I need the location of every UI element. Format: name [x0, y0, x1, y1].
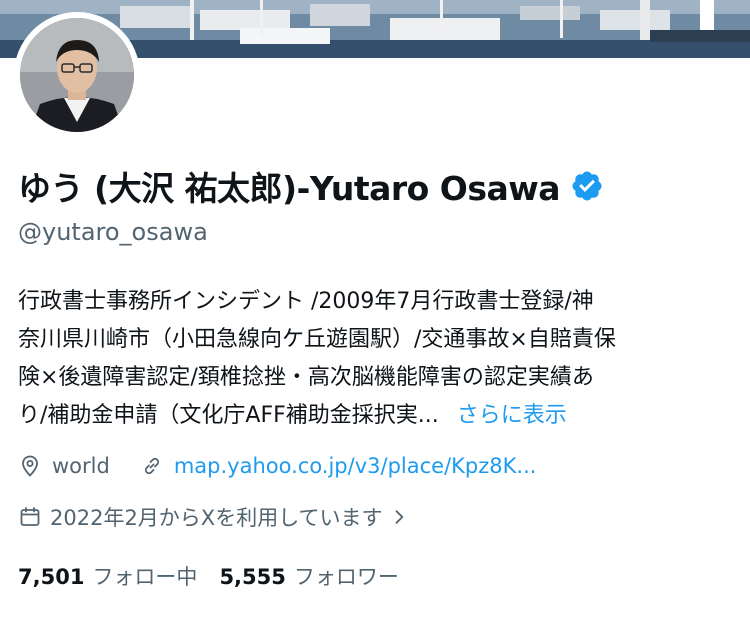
bio: 行政書士事務所インシデント /2009年7月行政書士登録/神 奈川県川崎市（小田… [18, 283, 730, 435]
location-pin-icon [18, 454, 42, 478]
location-text: world [52, 454, 110, 478]
bio-line: 行政書士事務所インシデント /2009年7月行政書士登録/神 [18, 289, 594, 314]
joined-date-row[interactable]: 2022年2月からXを利用しています [18, 501, 409, 533]
bio-line: 険×後遺障害認定/頚椎捻挫・高次脳機能障害の認定実績あ [18, 365, 594, 390]
website-link[interactable]: map.yahoo.co.jp/v3/place/Kpz8K... [174, 454, 537, 478]
verified-badge-icon[interactable] [570, 169, 604, 203]
profile-meta: world map.yahoo.co.jp/v3/place/Kpz8K... [18, 450, 536, 482]
avatar[interactable] [14, 12, 140, 138]
chevron-right-icon [389, 507, 409, 527]
username-handle: @yutaro_osawa [18, 218, 208, 246]
following-link[interactable]: 7,501 フォロー中 [18, 561, 197, 591]
name-row: ゆう (大沢 祐太郎)-Yutaro Osawa [18, 164, 604, 208]
following-label: フォロー中 [92, 565, 198, 589]
calendar-icon [18, 505, 42, 529]
link-icon [140, 454, 164, 478]
avatar-photo [20, 18, 134, 132]
bio-line: 奈川県川崎市（小田急線向ケ丘遊園駅）/交通事故×自賠責保 [18, 327, 616, 352]
bio-line: り/補助金申請（文化庁AFF補助金採択実... [18, 403, 439, 428]
joined-date-text: 2022年2月からXを利用しています [50, 506, 383, 530]
followers-label: フォロワー [293, 565, 399, 589]
bio-line-last: り/補助金申請（文化庁AFF補助金採択実... さらに表示 [18, 397, 730, 435]
show-more-link[interactable]: さらに表示 [457, 403, 567, 428]
display-name: ゆう (大沢 祐太郎)-Yutaro Osawa [18, 169, 561, 208]
following-count: 7,501 [18, 565, 85, 589]
followers-count: 5,555 [219, 565, 286, 589]
follow-stats: 7,501 フォロー中 5,555 フォロワー [18, 560, 399, 592]
followers-link[interactable]: 5,555 フォロワー [219, 561, 398, 591]
